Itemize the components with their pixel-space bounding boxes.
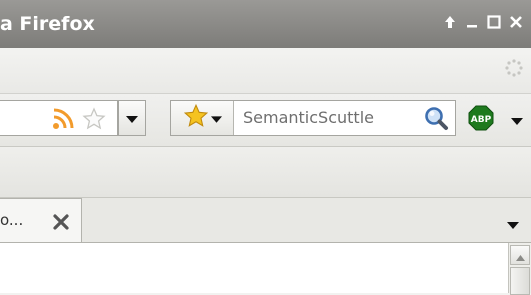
up-icon[interactable] xyxy=(441,11,459,33)
adblock-plus-button[interactable]: ABP xyxy=(468,105,494,135)
tab-title: o... xyxy=(0,211,24,229)
scroll-thumb[interactable] xyxy=(510,267,530,295)
rss-feed-icon[interactable] xyxy=(52,108,74,134)
page-content xyxy=(0,243,531,293)
tab-strip: o... xyxy=(0,198,531,243)
url-history-dropdown[interactable] xyxy=(118,100,146,136)
chevron-down-icon xyxy=(126,109,138,128)
chevron-down-icon xyxy=(210,109,222,128)
close-icon[interactable] xyxy=(507,11,525,33)
star-outline-icon[interactable] xyxy=(82,107,106,135)
maximize-icon[interactable] xyxy=(485,11,503,33)
scroll-up-button[interactable] xyxy=(510,245,530,265)
bookmarks-toolbar xyxy=(0,147,531,198)
menu-bar xyxy=(0,48,531,94)
chevron-down-icon xyxy=(511,111,523,130)
throbber-icon xyxy=(505,59,523,81)
chevron-down-icon xyxy=(507,215,519,234)
tab-list-button[interactable] xyxy=(507,215,519,234)
search-bar[interactable]: SemanticScuttle xyxy=(170,100,456,136)
chevron-up-icon xyxy=(515,246,525,265)
star-yellow-icon xyxy=(183,103,209,133)
tab-active[interactable]: o... xyxy=(0,198,82,242)
magnifier-icon[interactable] xyxy=(423,105,449,135)
search-input[interactable]: SemanticScuttle xyxy=(243,108,374,127)
close-icon[interactable] xyxy=(52,213,70,235)
window-title: a Firefox xyxy=(0,13,95,35)
abp-dropdown-arrow[interactable] xyxy=(511,111,523,130)
vertical-scrollbar[interactable] xyxy=(508,243,531,295)
minimize-icon[interactable] xyxy=(463,11,481,33)
url-bar[interactable] xyxy=(0,100,118,136)
search-engine-button[interactable] xyxy=(171,101,234,135)
window-controls xyxy=(441,11,525,33)
abp-label: ABP xyxy=(471,115,492,125)
title-bar: a Firefox xyxy=(0,0,531,48)
